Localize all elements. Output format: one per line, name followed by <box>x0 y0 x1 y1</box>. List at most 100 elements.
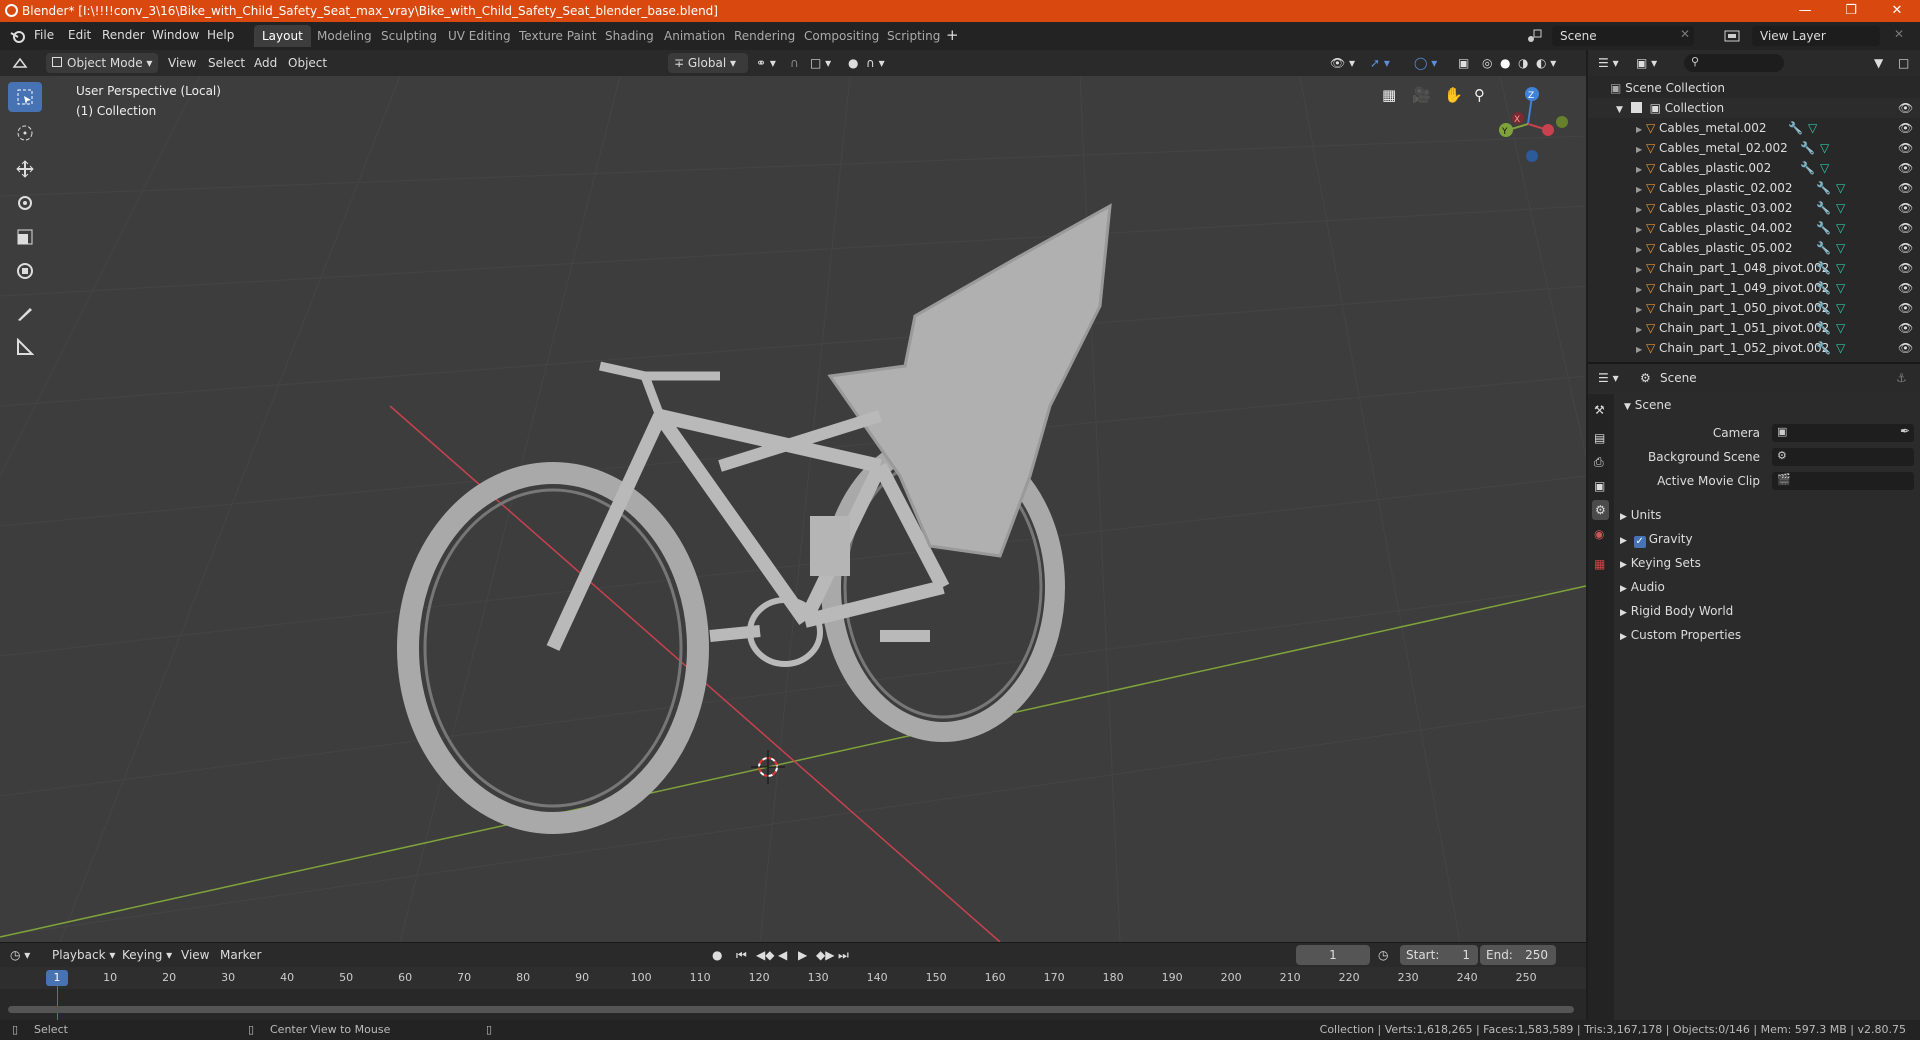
tab-uv-editing[interactable]: UV Editing <box>440 25 519 47</box>
mesh-data-icon[interactable]: ▽ <box>1836 218 1845 238</box>
background-scene-field[interactable]: ⚙ <box>1772 448 1914 466</box>
units-section[interactable]: ▶ Units <box>1620 504 1661 526</box>
expand-icon[interactable]: ▶ <box>1636 325 1642 334</box>
mode-dropdown[interactable]: Object Mode ▾ <box>46 53 158 73</box>
mesh-data-icon[interactable]: ▽ <box>1836 318 1845 338</box>
proportional-edit-icon[interactable]: ● <box>848 53 858 73</box>
modifier-icon[interactable]: 🔧 <box>1816 258 1831 278</box>
restore-icon[interactable]: ❐ <box>1828 0 1874 22</box>
outliner-item[interactable]: ▶ ▽ Cables_plastic_03.002 🔧 ▽ 👁 <box>1588 198 1920 218</box>
blender-menu-icon[interactable] <box>10 28 26 44</box>
gravity-section[interactable]: ▶ ✓ Gravity <box>1620 528 1693 550</box>
3d-viewport[interactable]: Z Y X User Perspective (Local) (1) Colle… <box>0 76 1586 942</box>
menu-add[interactable]: Add <box>254 53 277 73</box>
eye-icon[interactable]: 👁 <box>1898 298 1913 318</box>
shading-material-icon[interactable]: ◑ <box>1518 53 1528 73</box>
tab-modeling[interactable]: Modeling <box>309 25 380 47</box>
modifier-icon[interactable]: 🔧 <box>1816 298 1831 318</box>
expand-icon[interactable]: ▶ <box>1636 185 1642 194</box>
play-icon[interactable]: ▶ <box>798 945 807 965</box>
scene-remove-icon[interactable]: ✕ <box>1680 27 1690 41</box>
timeline-editor-type-icon[interactable]: ◷ ▾ <box>10 945 30 965</box>
menu-timeline-view[interactable]: View <box>181 945 209 965</box>
tab-compositing[interactable]: Compositing <box>796 25 887 47</box>
tab-shading[interactable]: Shading <box>597 25 662 47</box>
properties-editor-type-icon[interactable]: ☰ ▾ <box>1598 368 1619 388</box>
active-movie-clip-field[interactable]: 🎬 <box>1772 472 1914 490</box>
eye-icon[interactable]: 👁 <box>1898 158 1913 178</box>
eye-icon[interactable]: 👁 <box>1898 238 1913 258</box>
expand-icon[interactable]: ▶ <box>1636 305 1642 314</box>
shading-solid-icon[interactable]: ● <box>1500 53 1510 73</box>
mesh-data-icon[interactable]: ▽ <box>1836 338 1845 358</box>
outliner-search-input[interactable]: ⚲ <box>1684 54 1784 72</box>
eyedropper-icon[interactable]: ✒ <box>1900 424 1910 438</box>
outliner-item[interactable]: ▶ ▽ Chain_part_1_049_pivot.002 🔧 ▽ 👁 <box>1588 278 1920 298</box>
eye-icon[interactable]: 👁 <box>1898 258 1913 278</box>
tool-tab-icon[interactable]: ⚒ <box>1594 400 1605 420</box>
close-icon[interactable]: ✕ <box>1874 0 1920 22</box>
snap-icon[interactable]: ∩ <box>790 53 799 73</box>
tab-rendering[interactable]: Rendering <box>726 25 803 47</box>
transform-orientation-dropdown[interactable]: ∓ Global ▾ <box>668 53 748 73</box>
mesh-data-icon[interactable]: ▽ <box>1836 238 1845 258</box>
world-tab-icon[interactable]: ◉ <box>1594 524 1604 544</box>
prev-keyframe-icon[interactable]: ◀◆ <box>756 945 774 965</box>
snap-target-icon[interactable]: □ ▾ <box>810 53 831 73</box>
menu-select[interactable]: Select <box>208 53 245 73</box>
expand-icon[interactable]: ▶ <box>1636 205 1642 214</box>
custom-properties-section[interactable]: ▶ Custom Properties <box>1620 624 1741 646</box>
filter-icon[interactable]: ▼ <box>1874 53 1883 73</box>
menu-playback[interactable]: Playback ▾ <box>52 945 115 965</box>
scale-tool-icon[interactable] <box>8 222 42 252</box>
menu-render[interactable]: Render <box>102 28 145 42</box>
select-box-tool-icon[interactable] <box>8 82 42 112</box>
modifier-icon[interactable]: 🔧 <box>1788 118 1803 138</box>
expand-icon[interactable]: ▶ <box>1636 165 1642 174</box>
pan-view-icon[interactable]: ✋ <box>1444 86 1463 104</box>
outliner-item[interactable]: ▶ ▽ Cables_plastic.002 🔧 ▽ 👁 <box>1588 158 1920 178</box>
modifier-icon[interactable]: 🔧 <box>1816 178 1831 198</box>
eye-icon[interactable]: 👁 <box>1898 138 1913 158</box>
view-layer-remove-icon[interactable]: ✕ <box>1894 27 1904 41</box>
move-tool-icon[interactable] <box>8 154 42 184</box>
timeline-scrollbar[interactable] <box>8 1006 1574 1013</box>
view-layer-field[interactable]: View Layer <box>1752 26 1880 46</box>
shading-rendered-icon[interactable]: ◐ ▾ <box>1536 53 1556 73</box>
tab-texture-paint[interactable]: Texture Paint <box>511 25 604 47</box>
add-workspace-icon[interactable]: + <box>946 26 959 44</box>
gizmo-toggle-icon[interactable]: ➚ ▾ <box>1370 53 1390 73</box>
start-frame-field[interactable]: Start: 1 <box>1400 945 1478 965</box>
menu-window[interactable]: Window <box>152 28 199 42</box>
eye-icon[interactable]: 👁 <box>1898 278 1913 298</box>
proportional-falloff-icon[interactable]: ∩ ▾ <box>866 53 885 73</box>
collection-checkbox[interactable] <box>1630 102 1642 113</box>
annotate-tool-icon[interactable] <box>8 298 42 328</box>
menu-file[interactable]: File <box>34 28 54 42</box>
toggle-view-icon[interactable]: ▦ <box>1382 86 1396 104</box>
expand-icon[interactable]: ▶ <box>1636 285 1642 294</box>
pin-icon[interactable]: ⚓ <box>1896 368 1907 388</box>
outliner-item[interactable]: ▶ ▽ Cables_metal.002 🔧 ▽ 👁 <box>1588 118 1920 138</box>
outliner-item[interactable]: ▶ ▽ Cables_plastic_02.002 🔧 ▽ 👁 <box>1588 178 1920 198</box>
display-mode-icon[interactable]: ▣ ▾ <box>1636 53 1657 73</box>
collection-eye-icon[interactable]: 👁 <box>1898 98 1913 118</box>
output-tab-icon[interactable]: ⎙ <box>1594 452 1604 472</box>
eye-icon[interactable]: 👁 <box>1898 178 1913 198</box>
keying-sets-section[interactable]: ▶ Keying Sets <box>1620 552 1701 574</box>
zoom-view-icon[interactable]: ⚲ <box>1474 86 1485 104</box>
record-icon[interactable]: ● <box>712 945 722 965</box>
menu-object[interactable]: Object <box>288 53 327 73</box>
expand-icon[interactable]: ▶ <box>1636 125 1642 134</box>
expand-icon[interactable]: ▶ <box>1636 145 1642 154</box>
outliner-collection[interactable]: ▼ ▣ Collection 👁 <box>1588 98 1920 118</box>
eye-icon[interactable]: 👁 <box>1898 218 1913 238</box>
measure-tool-icon[interactable] <box>8 332 42 362</box>
outliner-item[interactable]: ▶ ▽ Chain_part_1_050_pivot.002 🔧 ▽ 👁 <box>1588 298 1920 318</box>
eye-icon[interactable]: 👁 <box>1898 118 1913 138</box>
current-frame-field[interactable]: 1 <box>1296 945 1370 965</box>
xray-toggle-icon[interactable]: ▣ <box>1458 53 1469 73</box>
mesh-data-icon[interactable]: ▽ <box>1836 178 1845 198</box>
collapse-icon[interactable]: ▼ <box>1616 105 1623 115</box>
editor-type-icon[interactable] <box>12 55 30 71</box>
